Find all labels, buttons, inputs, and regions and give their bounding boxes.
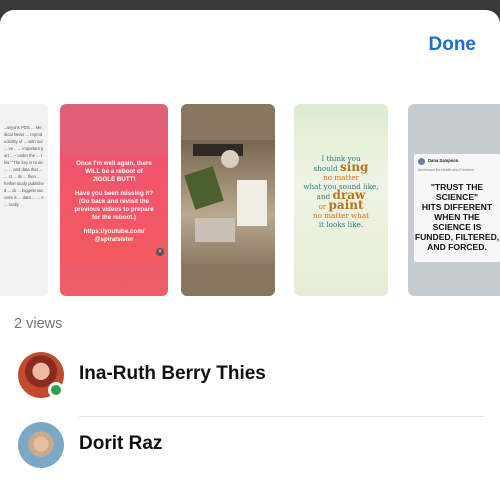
story-line: JIGGLE BUTT! xyxy=(92,176,136,183)
viewer-name: Ina-Ruth Berry Thies xyxy=(79,363,266,384)
story-line: previous videos to prepare xyxy=(74,206,154,213)
story-thumbnail-3[interactable] xyxy=(181,104,275,296)
story-thumbnail-2[interactable]: Once I'm well again, there WILL be a reb… xyxy=(60,104,168,296)
tweet-card: Dana Sampson Americans for Health and Fr… xyxy=(414,154,500,262)
story-line: for the reboot.) xyxy=(92,214,136,221)
viewer-row[interactable]: Ina-Ruth Berry Thies xyxy=(0,346,500,406)
viewer-row[interactable]: Dorit Raz xyxy=(0,416,500,476)
quote-text: I think you should sing no matter what y… xyxy=(303,154,379,229)
online-status-icon xyxy=(48,382,64,398)
close-icon: × xyxy=(156,248,164,256)
story-text: ..anyons PDG ... Medical News ... reprod… xyxy=(4,125,44,207)
story-thumbnail-5[interactable]: Dana Sampson Americans for Health and Fr… xyxy=(408,104,500,296)
story-line: (Go back and revisit the xyxy=(78,198,150,205)
tweet-body: "TRUST THE SCIENCE" HITS DIFFERENT WHEN … xyxy=(414,182,500,252)
story-thumbnail-1[interactable]: ..anyons PDG ... Medical News ... reprod… xyxy=(0,104,48,296)
story-card: Once I'm well again, there WILL be a reb… xyxy=(60,154,168,262)
tweet-author: Dana Sampson xyxy=(428,158,459,163)
viewer-name: Dorit Raz xyxy=(79,433,163,454)
story-link: https://youtube.com/ xyxy=(83,228,145,235)
done-button[interactable]: Done xyxy=(429,34,477,56)
story-line: Once I'm well again, there xyxy=(76,160,152,167)
story-viewers-sheet: Done ..anyons PDG ... Medical News ... r… xyxy=(0,10,500,488)
story-link: @spiralsister xyxy=(94,236,134,243)
story-line: Have you been missing it? xyxy=(74,190,154,197)
tweet-handle: Americans for Health and Freedom xyxy=(418,168,474,172)
views-count: 2 views xyxy=(14,316,63,332)
avatar xyxy=(18,422,64,468)
avatar xyxy=(418,158,425,165)
story-thumbnail-4[interactable]: I think you should sing no matter what y… xyxy=(294,104,388,296)
crafts-photo xyxy=(181,140,275,264)
story-line: WILL be a reboot of xyxy=(85,168,143,175)
